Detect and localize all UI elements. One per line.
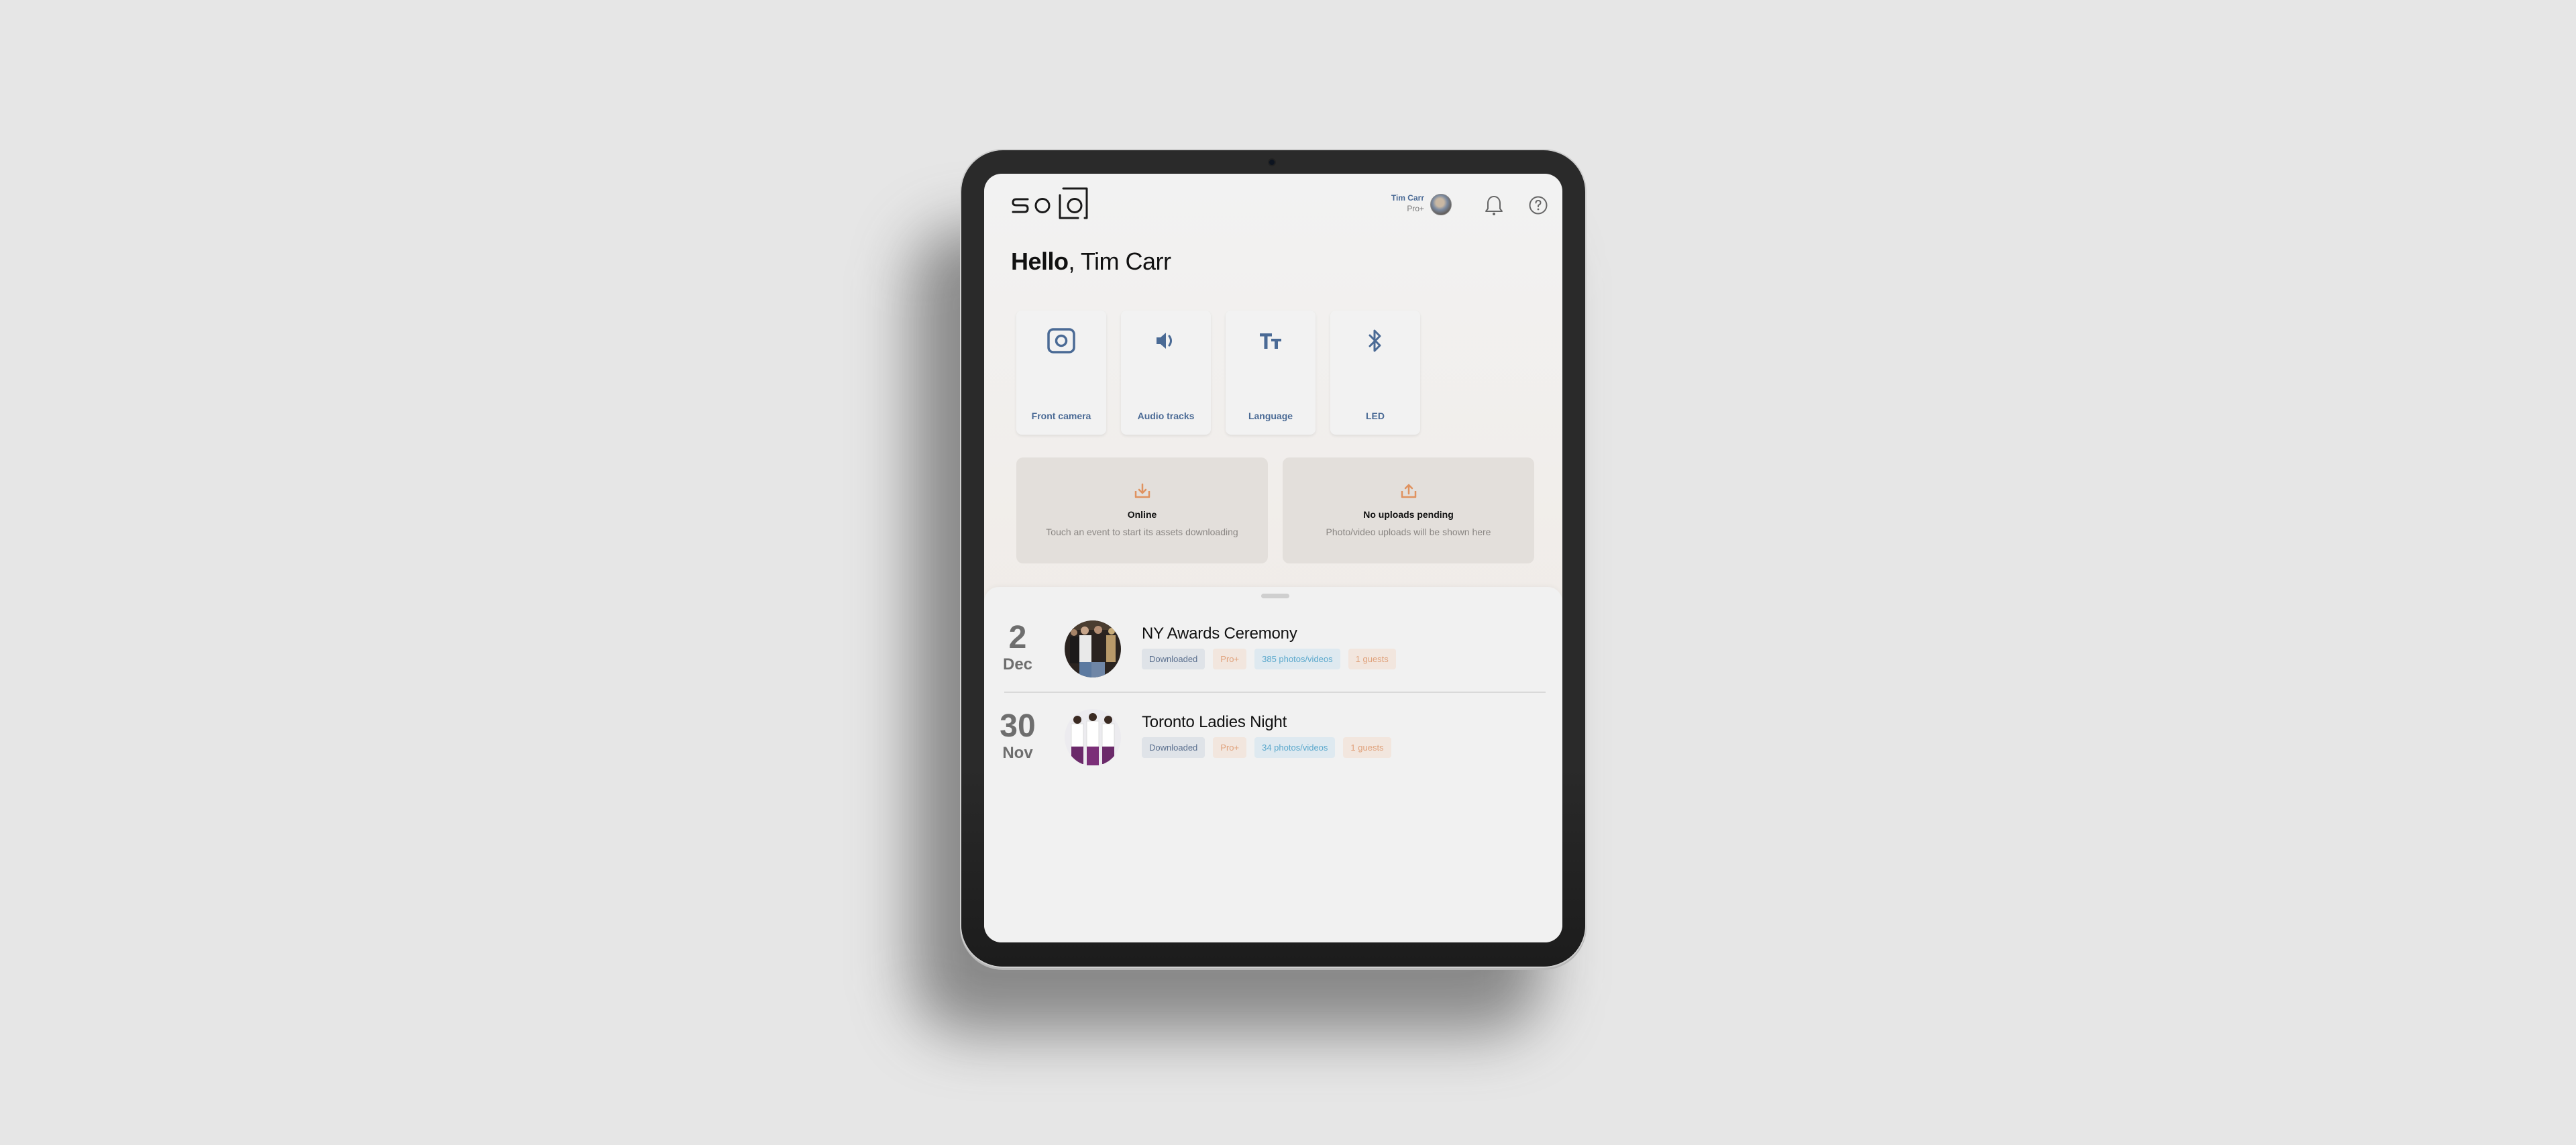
event-day: 2 xyxy=(1008,620,1027,655)
tile-label: Language xyxy=(1248,411,1293,421)
events-sheet: 2 Dec NY Awards Ceremony Downloaded Pro+… xyxy=(984,587,1562,942)
bell-icon xyxy=(1485,196,1503,215)
tag-download-status: Downloaded xyxy=(1142,737,1205,758)
upload-status-card[interactable]: No uploads pending Photo/video uploads w… xyxy=(1283,457,1534,563)
download-status-card[interactable]: Online Touch an event to start its asset… xyxy=(1016,457,1268,563)
tag-download-status: Downloaded xyxy=(1142,649,1205,669)
status-title: No uploads pending xyxy=(1363,509,1454,520)
tag-tier: Pro+ xyxy=(1213,737,1247,758)
event-name: NY Awards Ceremony xyxy=(1142,624,1297,643)
event-day: 30 xyxy=(1000,708,1036,744)
download-icon xyxy=(1134,483,1150,498)
user-name: Tim Carr xyxy=(1391,193,1424,203)
tag-media-count: 34 photos/videos xyxy=(1254,737,1336,758)
tile-language[interactable]: Language xyxy=(1226,311,1316,435)
app-screen: Tim Carr Pro+ Hello, Tim Carr Front came… xyxy=(984,174,1562,942)
event-month: Nov xyxy=(1002,744,1033,762)
event-photo-image xyxy=(1065,620,1121,677)
speaker-icon xyxy=(1157,333,1172,349)
status-title: Online xyxy=(1127,509,1157,520)
quick-settings: Front camera Audio tracks Language LED xyxy=(1016,311,1420,435)
status-cards: Online Touch an event to start its asset… xyxy=(1016,457,1534,563)
camera-icon xyxy=(1047,328,1075,353)
event-thumbnail xyxy=(1065,709,1121,766)
greeting-user-name: , Tim Carr xyxy=(1068,248,1172,275)
status-subtitle: Touch an event to start its assets downl… xyxy=(1046,527,1238,537)
event-date: 2 Dec xyxy=(998,620,1038,674)
user-avatar[interactable] xyxy=(1430,194,1452,215)
tag-tier: Pro+ xyxy=(1213,649,1247,669)
greeting-hello: Hello xyxy=(1011,248,1069,275)
bluetooth-icon xyxy=(1368,329,1381,352)
tag-media-count: 385 photos/videos xyxy=(1254,649,1340,669)
notifications-button[interactable] xyxy=(1483,194,1505,217)
upload-icon xyxy=(1401,484,1416,498)
text-size-icon xyxy=(1260,333,1281,349)
tile-front-camera[interactable]: Front camera xyxy=(1016,311,1106,435)
greeting-heading: Hello, Tim Carr xyxy=(1011,248,1171,276)
event-photo-image xyxy=(1065,709,1121,766)
event-row[interactable]: 30 Nov Toronto Ladies Night Downloaded P… xyxy=(984,708,1562,788)
event-tags: Downloaded Pro+ 385 photos/videos 1 gues… xyxy=(1142,649,1396,669)
solo-logo xyxy=(1011,186,1095,222)
tile-label: LED xyxy=(1366,411,1385,421)
event-tags: Downloaded Pro+ 34 photos/videos 1 guest… xyxy=(1142,737,1391,758)
event-date: 30 Nov xyxy=(998,709,1038,763)
status-subtitle: Photo/video uploads will be shown here xyxy=(1326,527,1491,537)
help-button[interactable] xyxy=(1527,194,1550,217)
help-circle-icon xyxy=(1529,196,1548,215)
tile-led[interactable]: LED xyxy=(1330,311,1420,435)
event-month: Dec xyxy=(1002,655,1033,673)
tile-audio-tracks[interactable]: Audio tracks xyxy=(1121,311,1211,435)
user-tier: Pro+ xyxy=(1407,204,1424,213)
front-camera-lens xyxy=(1268,158,1276,166)
event-divider xyxy=(1004,692,1546,693)
sheet-drag-handle[interactable] xyxy=(1261,594,1289,598)
tag-guests: 1 guests xyxy=(1348,649,1396,669)
tile-label: Audio tracks xyxy=(1137,411,1195,421)
tag-guests: 1 guests xyxy=(1343,737,1391,758)
user-info[interactable]: Tim Carr Pro+ xyxy=(1391,193,1424,215)
tile-label: Front camera xyxy=(1031,411,1091,421)
solo-logo-icon xyxy=(1012,187,1088,219)
event-name: Toronto Ladies Night xyxy=(1142,713,1287,731)
event-thumbnail xyxy=(1065,620,1121,677)
event-row[interactable]: 2 Dec NY Awards Ceremony Downloaded Pro+… xyxy=(984,619,1562,700)
